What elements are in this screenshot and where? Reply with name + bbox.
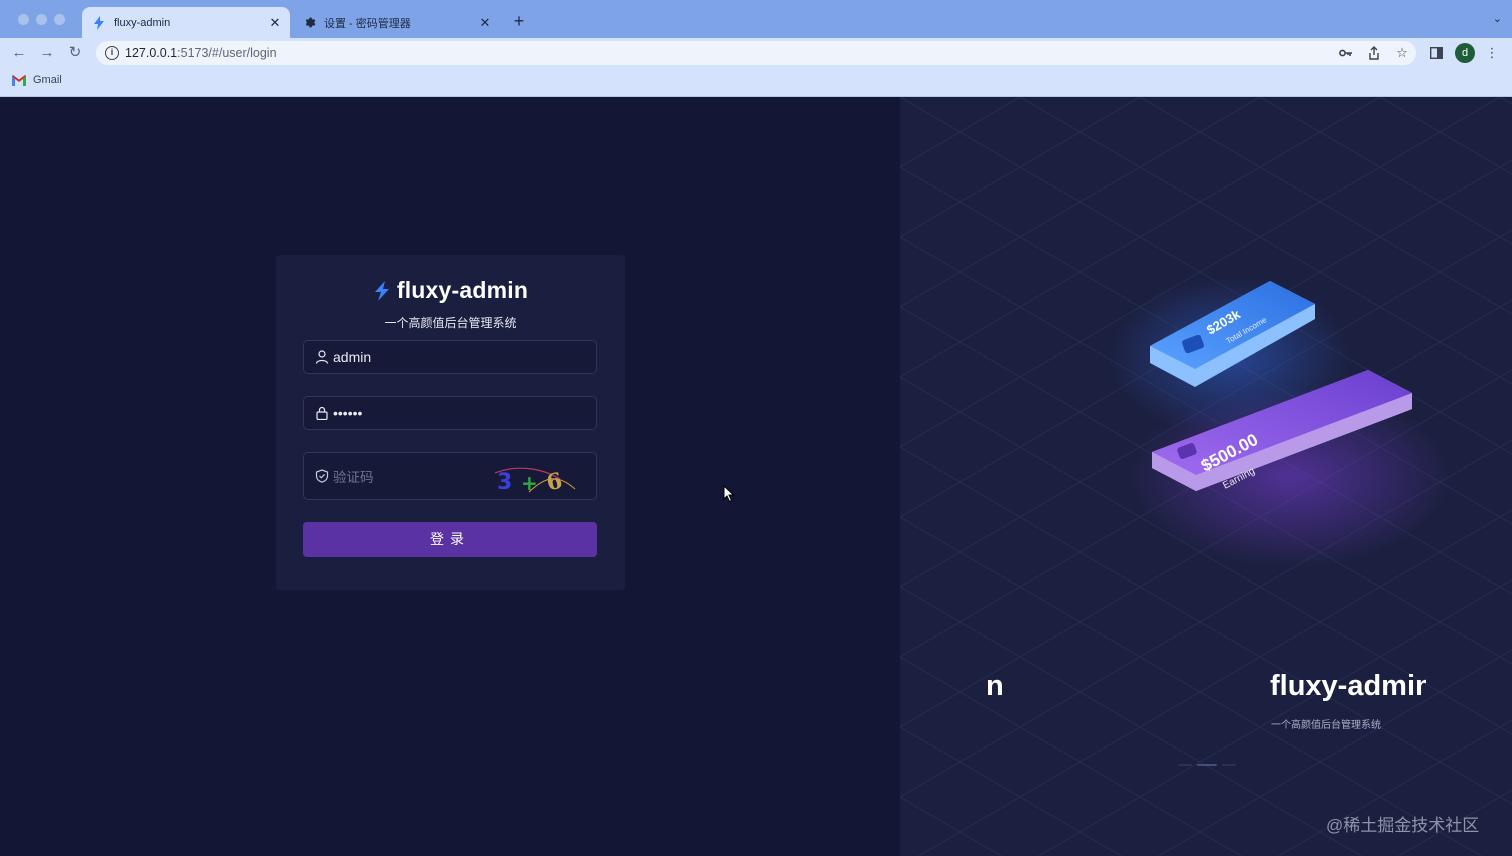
bolt-logo-icon	[374, 280, 389, 301]
reload-icon[interactable]: ↻	[64, 42, 86, 64]
url-host: 127.0.0.1	[125, 46, 178, 60]
key-icon[interactable]	[1336, 44, 1356, 62]
captcha-field[interactable]: 验证码 3 + 6	[303, 452, 597, 500]
login-brand: fluxy-admin	[276, 277, 625, 304]
address-bar[interactable]: i 127.0.0.1:5173/#/user/login	[96, 41, 1416, 65]
isometric-grid-illustration: $500.00 Earning $203k Total Income	[900, 97, 1512, 856]
svg-text:6: 6	[544, 468, 564, 493]
share-icon[interactable]	[1364, 44, 1384, 62]
forward-arrow-icon[interactable]: →	[36, 42, 58, 64]
captcha-placeholder: 验证码	[333, 470, 374, 485]
username-value: admin	[333, 349, 372, 365]
brand-subtitle: 一个高颜值后台管理系统	[384, 316, 517, 330]
user-icon	[315, 350, 329, 364]
carousel-dot[interactable]	[1222, 764, 1236, 766]
window-minimize-dot[interactable]	[36, 14, 47, 25]
gmail-icon	[12, 74, 26, 86]
browser-toolbar: ← → ↻ i 127.0.0.1:5173/#/user/login ☆ d …	[0, 38, 1512, 68]
username-field[interactable]: admin	[303, 340, 597, 374]
lock-icon	[316, 406, 328, 420]
bookmarks-bar: Gmail	[0, 68, 1512, 97]
captcha-image[interactable]: 3 + 6	[495, 465, 577, 493]
tab-label: fluxy-admin	[114, 16, 171, 29]
tab-close-icon[interactable]: ✕	[476, 14, 494, 32]
browser-tab-bar: fluxy-admin ✕ 设置 - 密码管理器 ✕ + ⌄	[0, 0, 1512, 38]
window-close-dot[interactable]	[18, 14, 29, 25]
url-path: :5173/#/user/login	[177, 46, 277, 60]
shield-check-icon	[315, 469, 329, 483]
window-zoom-dot[interactable]	[54, 14, 65, 25]
carousel-prev-slide-title: n	[986, 670, 1004, 702]
bookmark-gmail[interactable]: Gmail	[12, 74, 62, 86]
tab-label: 设置 - 密码管理器	[324, 17, 411, 30]
tab-password-manager[interactable]: 设置 - 密码管理器 ✕	[292, 7, 500, 38]
tab-fluxy-admin[interactable]: fluxy-admin ✕	[82, 7, 290, 38]
carousel-subtitle: 一个高颜值后台管理系统	[1271, 720, 1381, 731]
bolt-icon	[92, 15, 106, 30]
address-url: 127.0.0.1:5173/#/user/login	[125, 46, 277, 60]
site-info-icon[interactable]: i	[105, 46, 119, 60]
carousel-dot[interactable]	[1178, 764, 1192, 766]
tab-close-icon[interactable]: ✕	[266, 14, 284, 32]
password-field[interactable]: ••••••	[303, 396, 597, 430]
carousel-title: fluxy-admin	[1270, 670, 1426, 702]
more-menu-icon[interactable]: ⋮	[1484, 44, 1500, 62]
profile-avatar[interactable]: d	[1455, 43, 1475, 63]
carousel-dot-active[interactable]	[1197, 764, 1217, 766]
tab-search-chevron-icon[interactable]: ⌄	[1493, 12, 1502, 25]
new-tab-button[interactable]: +	[508, 10, 530, 32]
mouse-cursor-icon	[723, 485, 735, 503]
gear-icon	[302, 16, 316, 30]
back-arrow-icon[interactable]: ←	[8, 42, 30, 64]
star-icon[interactable]: ☆	[1392, 44, 1412, 62]
brand-name: fluxy-admin	[396, 277, 529, 303]
illustration-panel: $500.00 Earning $203k Total Income	[900, 97, 1512, 856]
watermark: @稀土掘金技术社区	[1326, 816, 1480, 835]
login-submit-button[interactable]: 登录	[303, 522, 597, 557]
svg-text:+: +	[521, 471, 538, 493]
side-panel-icon[interactable]	[1426, 44, 1446, 62]
password-value: ••••••	[333, 405, 363, 421]
svg-text:3: 3	[497, 470, 512, 493]
carousel-dots	[1178, 764, 1236, 766]
bookmark-label: Gmail	[33, 74, 62, 86]
